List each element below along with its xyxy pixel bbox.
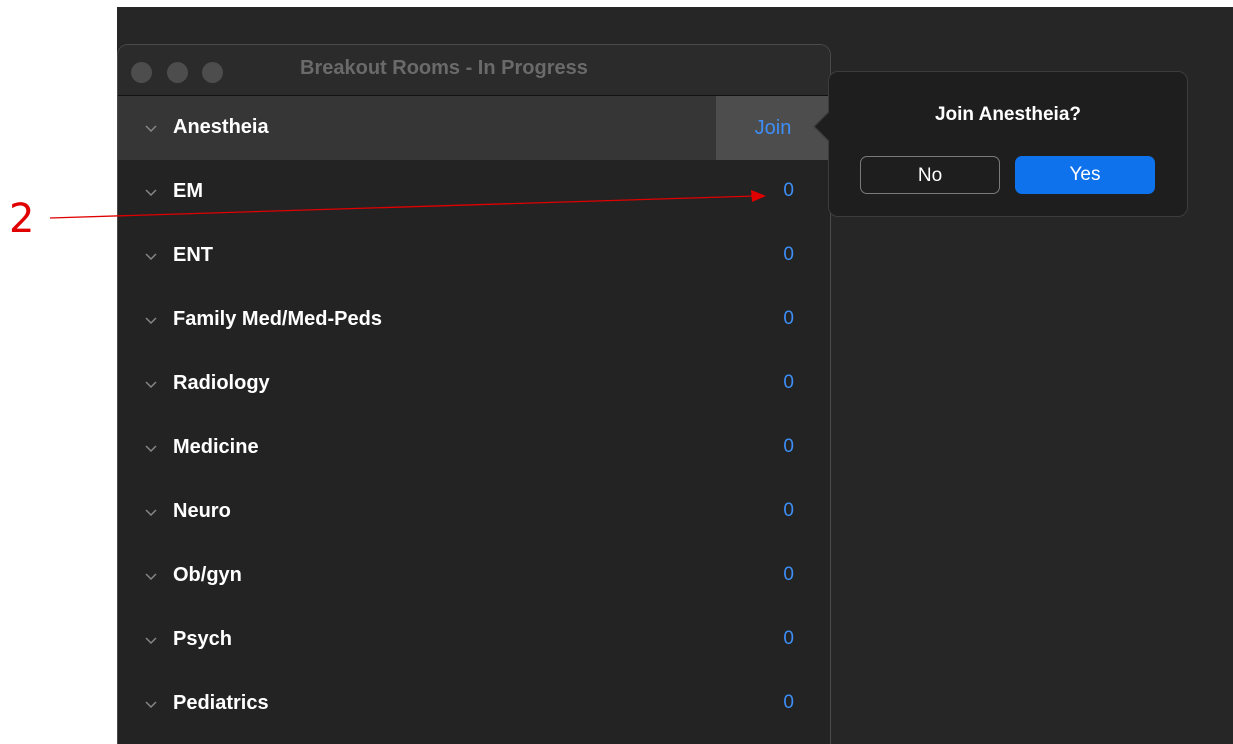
room-name: Family Med/Med-Peds: [173, 308, 382, 330]
yes-button[interactable]: Yes: [1015, 156, 1155, 194]
join-button[interactable]: Join: [716, 96, 830, 160]
chevron-down-icon[interactable]: [145, 253, 157, 260]
room-row-neuro[interactable]: Neuro 0: [118, 480, 830, 544]
annotation-step-number: 2: [9, 196, 35, 242]
room-name: Anestheia: [173, 116, 269, 138]
minimize-window-button[interactable]: [167, 62, 188, 83]
room-row-pediatrics[interactable]: Pediatrics 0: [118, 672, 830, 736]
participant-count: 0: [783, 564, 794, 585]
popover-title: Join Anestheia?: [934, 104, 1082, 125]
room-name: EM: [173, 180, 203, 202]
chevron-down-icon[interactable]: [145, 125, 157, 132]
room-name: Pediatrics: [173, 692, 269, 714]
room-name: ENT: [173, 244, 213, 266]
chevron-down-icon[interactable]: [145, 381, 157, 388]
room-row-em[interactable]: EM 0: [118, 160, 830, 224]
room-name: Medicine: [173, 436, 259, 458]
join-confirmation-popover: Join Anestheia? No Yes: [813, 71, 1188, 217]
zoom-window-button[interactable]: [202, 62, 223, 83]
participant-count: 0: [783, 436, 794, 457]
participant-count: 0: [783, 500, 794, 521]
room-row-radiology[interactable]: Radiology 0: [118, 352, 830, 416]
room-row-ent[interactable]: ENT 0: [118, 224, 830, 288]
window-title: Breakout Rooms - In Progress: [300, 57, 588, 79]
room-list: Anestheia Join EM 0 ENT 0 Family Med/Med…: [118, 96, 830, 736]
room-row-medicine[interactable]: Medicine 0: [118, 416, 830, 480]
title-bar[interactable]: Breakout Rooms - In Progress: [118, 45, 830, 96]
room-name: Neuro: [173, 500, 231, 522]
room-name: Radiology: [173, 372, 270, 394]
stage: Breakout Rooms - In Progress Anestheia J…: [0, 0, 1233, 744]
close-window-button[interactable]: [131, 62, 152, 83]
chevron-down-icon[interactable]: [145, 509, 157, 516]
participant-count: 0: [783, 372, 794, 393]
chevron-down-icon[interactable]: [145, 573, 157, 580]
room-row-obgyn[interactable]: Ob/gyn 0: [118, 544, 830, 608]
chevron-down-icon[interactable]: [145, 445, 157, 452]
chevron-down-icon[interactable]: [145, 317, 157, 324]
participant-count: 0: [783, 628, 794, 649]
participant-count: 0: [783, 308, 794, 329]
room-row-family-med[interactable]: Family Med/Med-Peds 0: [118, 288, 830, 352]
room-row-anesthesia[interactable]: Anestheia Join: [118, 96, 830, 160]
participant-count: 0: [783, 180, 794, 201]
participant-count: 0: [783, 692, 794, 713]
no-button[interactable]: No: [860, 156, 1000, 194]
chevron-down-icon[interactable]: [145, 637, 157, 644]
participant-count: 0: [783, 244, 794, 265]
chevron-down-icon[interactable]: [145, 701, 157, 708]
chevron-down-icon[interactable]: [145, 189, 157, 196]
room-name: Psych: [173, 628, 232, 650]
breakout-rooms-window: Breakout Rooms - In Progress Anestheia J…: [117, 44, 831, 744]
room-name: Ob/gyn: [173, 564, 242, 586]
room-row-psych[interactable]: Psych 0: [118, 608, 830, 672]
